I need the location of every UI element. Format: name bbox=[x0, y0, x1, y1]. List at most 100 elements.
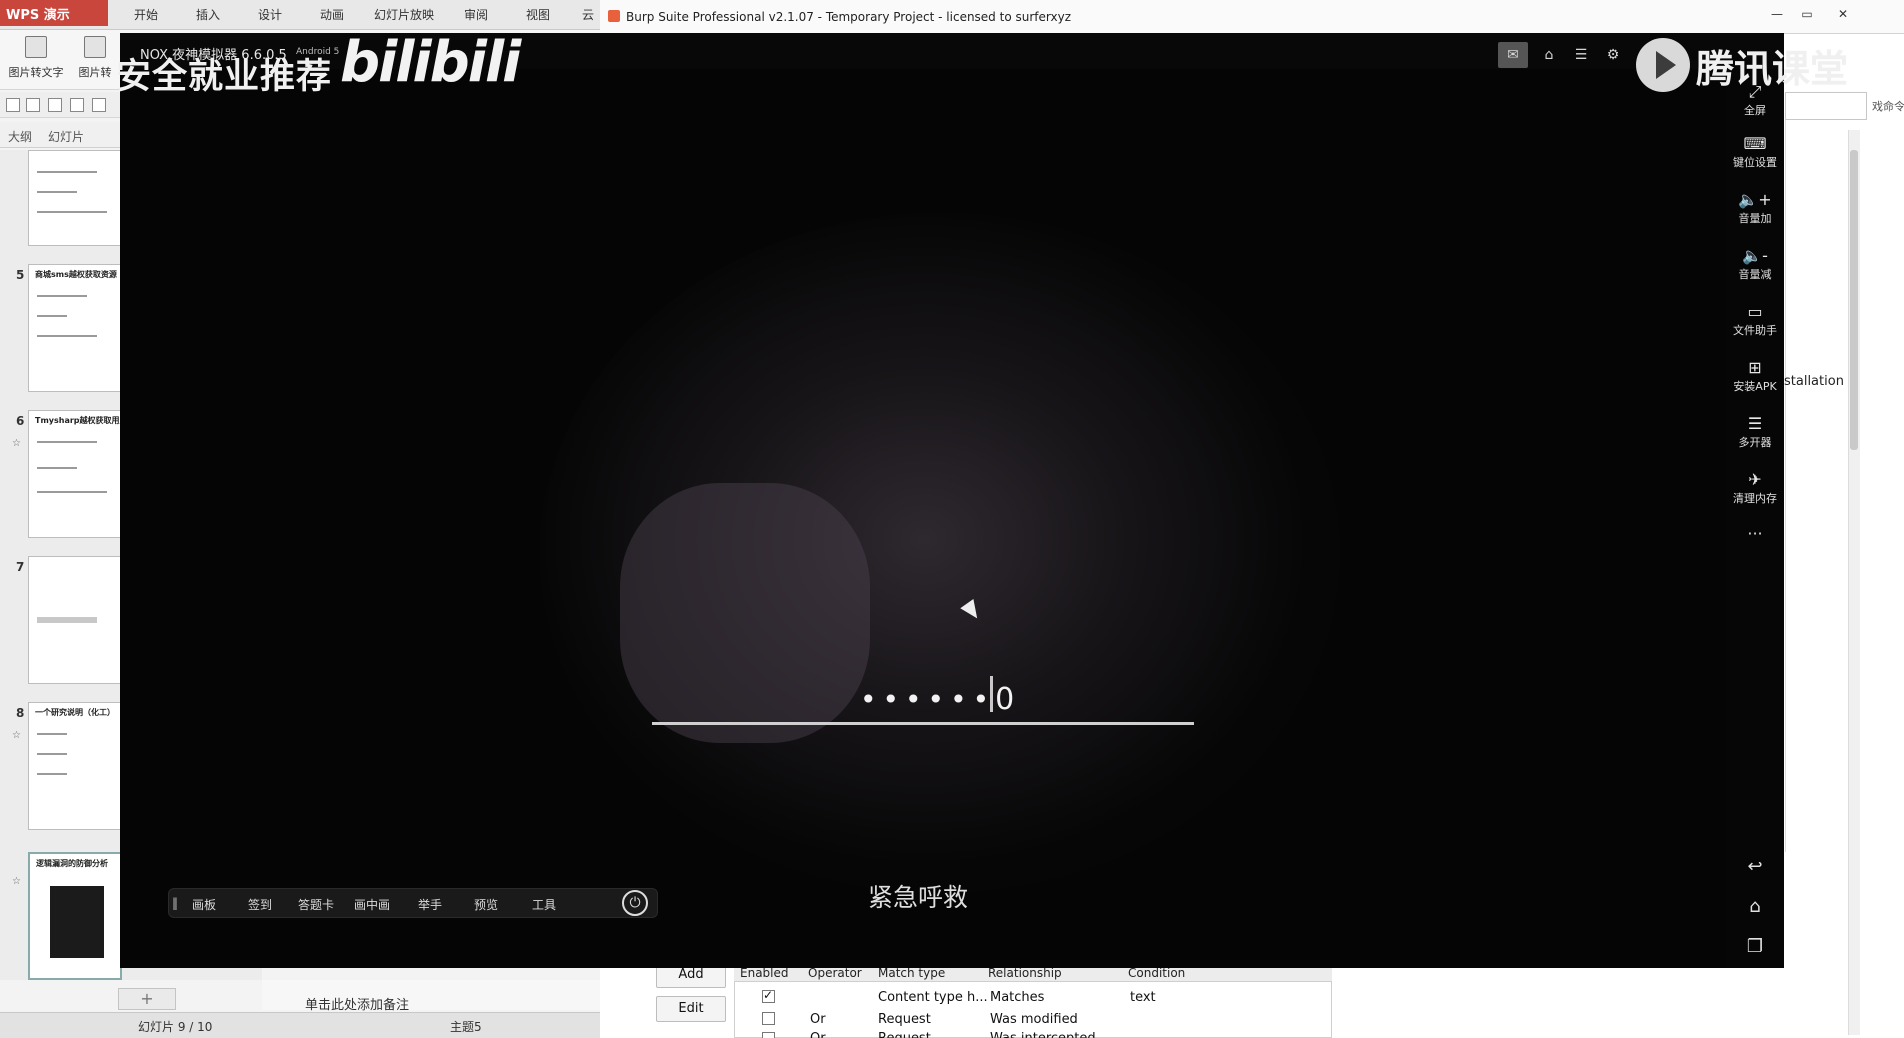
slide-thumbnail-active[interactable]: 逻辑漏洞的防御分析 bbox=[28, 852, 122, 980]
image-to-text-label: 图片转文字 bbox=[8, 66, 64, 79]
tool-tools[interactable]: 工具 bbox=[532, 896, 556, 913]
image-to-text-icon bbox=[25, 36, 47, 58]
burp-scroll-thumb[interactable] bbox=[1850, 150, 1858, 450]
sidebar-item-label: 全屏 bbox=[1744, 104, 1766, 117]
slide-number: 5 bbox=[16, 268, 25, 282]
animation-star-icon: ☆ bbox=[12, 730, 21, 741]
rule-enabled-checkbox[interactable] bbox=[762, 1012, 775, 1025]
menu-item-review[interactable]: 审阅 bbox=[464, 6, 488, 23]
text-caret bbox=[990, 676, 993, 712]
rule-enabled-checkbox[interactable] bbox=[762, 988, 775, 1003]
tool-checkin[interactable]: 签到 bbox=[248, 896, 272, 913]
thumb-line bbox=[37, 441, 97, 443]
column-header-condition[interactable]: Condition bbox=[1128, 966, 1185, 980]
emulator-screen[interactable] bbox=[120, 33, 1784, 968]
animation-star-icon: ☆ bbox=[12, 876, 21, 887]
tool-preview[interactable]: 预览 bbox=[474, 896, 498, 913]
menu-icon[interactable]: ☰ bbox=[1566, 42, 1596, 68]
column-header-enabled[interactable]: Enabled bbox=[740, 966, 789, 980]
slide-thumbnail[interactable]: 商城sms越权获取资源 bbox=[28, 264, 122, 392]
slide-thumbnail[interactable] bbox=[28, 150, 122, 246]
column-header-match-type[interactable]: Match type bbox=[878, 966, 945, 980]
thumb-line bbox=[37, 315, 67, 317]
thumb-line bbox=[37, 733, 67, 735]
image-to-text-button[interactable]: 图片转文字 bbox=[6, 36, 66, 80]
export-icon[interactable] bbox=[48, 98, 62, 112]
table-cell: text bbox=[1130, 990, 1156, 1005]
sidebar-item-label: 清理内存 bbox=[1733, 492, 1777, 505]
tool-raise-hand[interactable]: 举手 bbox=[418, 896, 442, 913]
skin-icon[interactable]: ⌂ bbox=[1534, 42, 1564, 68]
tab-slides[interactable]: 幻灯片 bbox=[48, 128, 84, 145]
tool-whiteboard[interactable]: 画板 bbox=[192, 896, 216, 913]
status-theme: 主题5 bbox=[450, 1020, 482, 1034]
wps-app-button[interactable]: WPS 演示 bbox=[0, 0, 108, 26]
sidebar-item-install-apk[interactable]: ⊞ 安装APK bbox=[1726, 358, 1784, 394]
menu-item-slideshow[interactable]: 幻灯片放映 bbox=[374, 6, 434, 23]
power-icon[interactable]: ⏻ bbox=[622, 890, 648, 916]
menu-item-animation[interactable]: 动画 bbox=[320, 6, 344, 23]
tool-answer-card[interactable]: 答题卡 bbox=[298, 896, 334, 913]
table-cell: Content type h... bbox=[878, 990, 988, 1005]
edit-button[interactable]: Edit bbox=[656, 996, 726, 1022]
sidebar-item-volume-up[interactable]: 🔈+ 音量加 bbox=[1726, 190, 1784, 226]
slide-thumb-title: 商城sms越权获取资源 bbox=[35, 270, 117, 279]
notes-placeholder: 单击此处添加备注 bbox=[305, 998, 410, 1013]
sidebar-item-label: 音量减 bbox=[1738, 268, 1772, 281]
table-cell: Or bbox=[810, 1012, 826, 1027]
menu-item-cloud[interactable]: 云 bbox=[582, 6, 594, 23]
maximize-icon[interactable]: ▭ bbox=[1796, 6, 1818, 24]
multi-instance-icon: ☰ bbox=[1747, 414, 1763, 433]
menu-item-design[interactable]: 设计 bbox=[258, 6, 282, 23]
preview-icon[interactable] bbox=[92, 98, 106, 112]
slide-thumbnail[interactable] bbox=[28, 556, 122, 684]
table-cell: Request bbox=[878, 1031, 931, 1038]
table-cell: Matches bbox=[990, 990, 1045, 1005]
recent-apps-icon[interactable]: ❐ bbox=[1738, 936, 1772, 957]
class-toolbar bbox=[168, 888, 658, 918]
play-icon bbox=[1656, 51, 1676, 79]
mail-icon[interactable]: ✉ bbox=[1498, 42, 1528, 68]
installation-text: stallation bbox=[1784, 374, 1844, 389]
sidebar-item-keymap[interactable]: ⌨ 键位设置 bbox=[1726, 134, 1784, 170]
save-icon[interactable] bbox=[26, 98, 40, 112]
settings-icon[interactable]: ⚙ bbox=[1598, 42, 1628, 68]
thumb-line bbox=[37, 191, 77, 193]
sidebar-item-multi-instance[interactable]: ☰ 多开器 bbox=[1726, 414, 1784, 450]
bilibili-logo: bilibili bbox=[340, 30, 521, 95]
rule-enabled-checkbox[interactable] bbox=[762, 1032, 775, 1038]
password-dots: •••••• bbox=[860, 683, 996, 716]
tab-outline[interactable]: 大纲 bbox=[8, 128, 32, 145]
print-icon[interactable] bbox=[70, 98, 84, 112]
add-slide-button[interactable]: + bbox=[118, 988, 176, 1010]
more-icon[interactable]: ··· bbox=[1726, 524, 1784, 543]
slide-thumbnail[interactable]: 一个研究说明（化工） bbox=[28, 702, 122, 830]
sidebar-item-clean-memory[interactable]: ✈ 清理内存 bbox=[1726, 470, 1784, 506]
sidebar-item-volume-down[interactable]: 🔈- 音量减 bbox=[1726, 246, 1784, 282]
home-icon[interactable]: ⌂ bbox=[1738, 896, 1772, 917]
emergency-call-button[interactable]: 紧急呼救 bbox=[868, 878, 968, 914]
menu-item-view[interactable]: 视图 bbox=[526, 6, 550, 23]
install-apk-icon: ⊞ bbox=[1748, 358, 1762, 377]
sidebar-item-label: 音量加 bbox=[1738, 212, 1772, 225]
table-cell: Was modified bbox=[990, 1012, 1078, 1027]
thumb-line bbox=[37, 467, 77, 469]
burp-logo-icon bbox=[608, 10, 620, 22]
watermark-text-left: 安全就业推荐 bbox=[116, 57, 333, 97]
back-icon[interactable]: ↩ bbox=[1738, 856, 1772, 877]
column-header-operator[interactable]: Operator bbox=[808, 966, 862, 980]
slide-thumbnail[interactable]: Tmysharp越权获取用户信息 bbox=[28, 410, 122, 538]
image-convert-button[interactable]: 图片转 bbox=[70, 36, 120, 80]
slide-number: 7 bbox=[16, 560, 25, 574]
column-header-relationship[interactable]: Relationship bbox=[988, 966, 1062, 980]
minimize-icon[interactable]: — bbox=[1766, 6, 1788, 24]
menu-item-start[interactable]: 开始 bbox=[134, 6, 158, 23]
tool-picture-in-picture[interactable]: 画中画 bbox=[354, 896, 390, 913]
burp-command-input[interactable]: 戏命令 bbox=[1785, 92, 1904, 120]
menu-item-insert[interactable]: 插入 bbox=[196, 6, 220, 23]
toolbar-grip-icon[interactable]: ‖ bbox=[172, 896, 178, 910]
thumb-line bbox=[37, 211, 107, 213]
open-icon[interactable] bbox=[6, 98, 20, 112]
sidebar-item-file-assistant[interactable]: ▭ 文件助手 bbox=[1726, 302, 1784, 338]
close-icon[interactable]: ✕ bbox=[1832, 6, 1854, 24]
